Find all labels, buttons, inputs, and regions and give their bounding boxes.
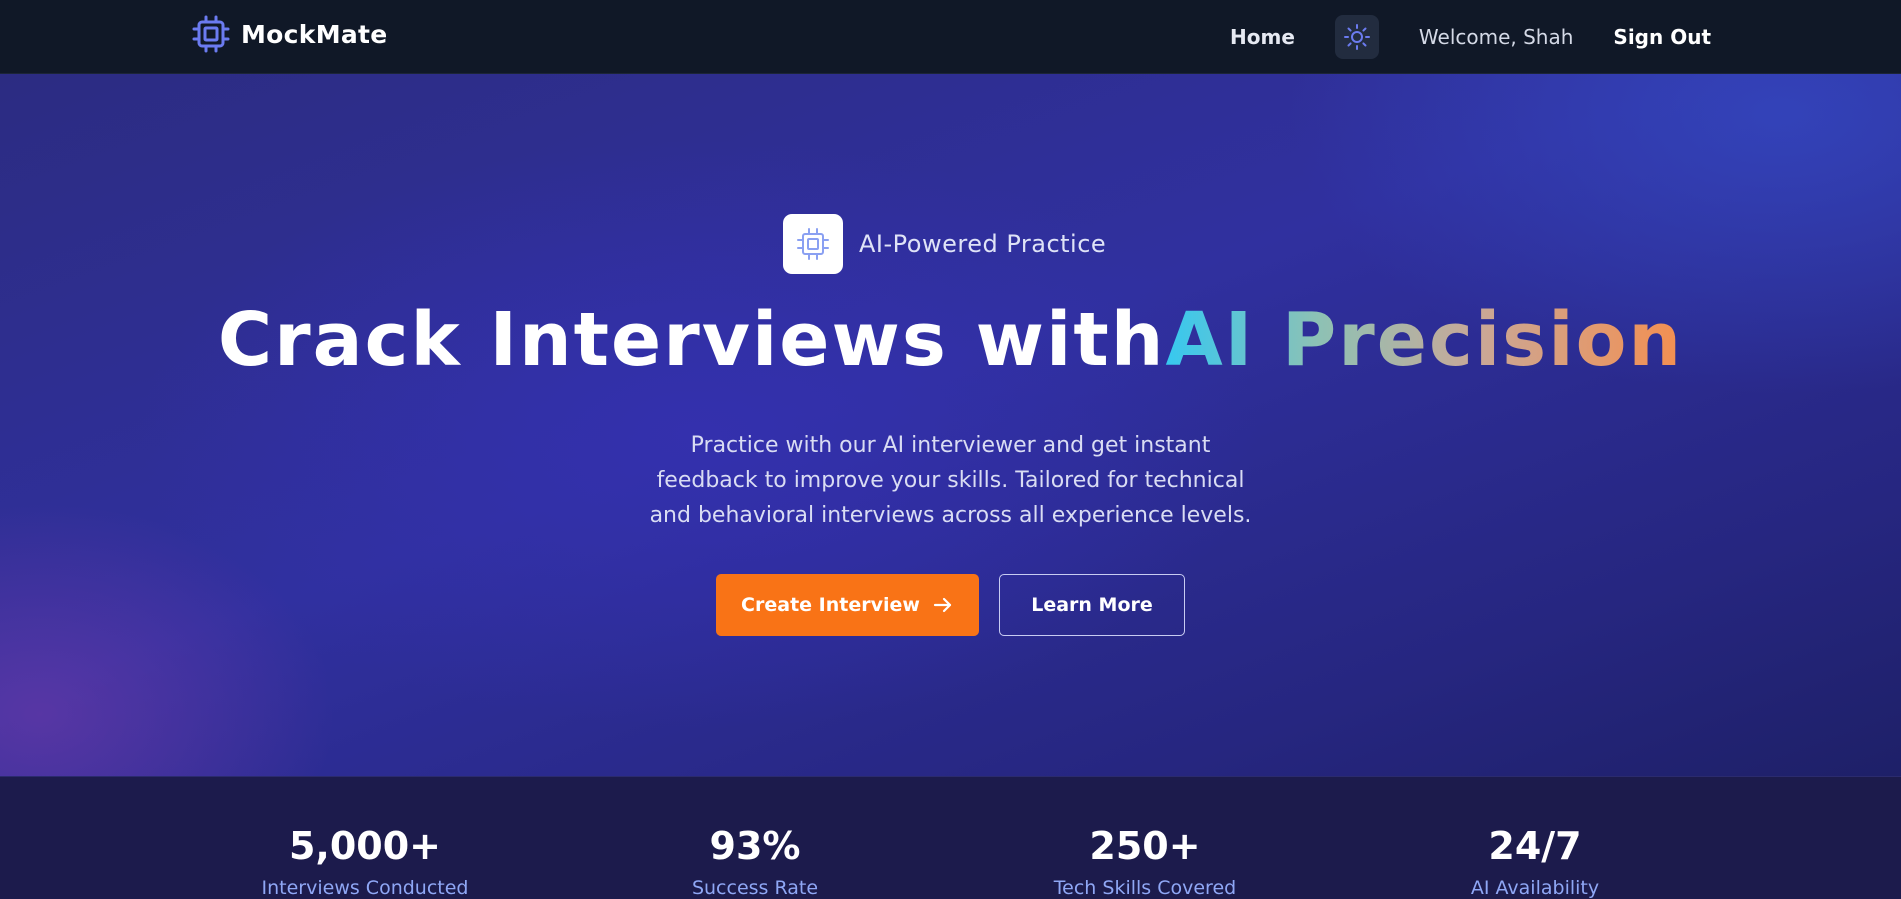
- stat-value: 24/7: [1488, 824, 1582, 868]
- badge-icon-box: [783, 214, 843, 274]
- badge-text: AI-Powered Practice: [859, 230, 1107, 258]
- hero-subtitle: Practice with our AI interviewer and get…: [649, 433, 1252, 528]
- sign-out-button[interactable]: Sign Out: [1613, 25, 1711, 49]
- arrow-right-icon: [933, 597, 952, 613]
- hero-headline: Crack Interviews withAI Precision: [0, 297, 1901, 383]
- headline-highlight: AI Precision: [1165, 297, 1684, 383]
- cpu-chip-icon: [797, 228, 829, 260]
- stat-label: Interviews Conducted: [261, 877, 469, 899]
- stat-label: Tech Skills Covered: [1053, 877, 1237, 899]
- stat-value: 5,000+: [288, 824, 442, 868]
- stat-interviews: 5,000+ Interviews Conducted: [165, 777, 565, 898]
- sun-icon: [1343, 24, 1370, 50]
- create-interview-label: Create Interview: [741, 594, 920, 616]
- stat-value: 250+: [1089, 824, 1201, 868]
- stat-availability: 24/7 AI Availability: [1335, 777, 1735, 898]
- welcome-text: Welcome, Shah: [1418, 25, 1574, 49]
- create-interview-button[interactable]: Create Interview: [716, 574, 979, 636]
- stat-label: Success Rate: [691, 877, 819, 899]
- theme-toggle-button[interactable]: [1334, 15, 1379, 59]
- stats-bar: 5,000+ Interviews Conducted 93% Success …: [0, 776, 1901, 899]
- brand-name: MockMate: [241, 19, 388, 49]
- hero-badge: AI-Powered Practice: [783, 214, 1106, 274]
- cta-group: Create Interview Learn More: [716, 574, 1185, 636]
- navbar: MockMate Home Welcome, Shah Sign Out: [0, 0, 1901, 74]
- stat-label: AI Availability: [1470, 877, 1600, 899]
- learn-more-button[interactable]: Learn More: [999, 574, 1185, 636]
- nav-home-link[interactable]: Home: [1230, 25, 1295, 49]
- stat-value: 93%: [709, 824, 801, 868]
- brand-logo[interactable]: MockMate: [191, 14, 388, 54]
- stat-tech-skills: 250+ Tech Skills Covered: [945, 777, 1345, 898]
- stat-success-rate: 93% Success Rate: [555, 777, 955, 898]
- nav-menu: Home Welcome, Shah Sign Out: [1230, 0, 1711, 74]
- hero-section: AI-Powered Practice Crack Interviews wit…: [0, 74, 1901, 776]
- headline-plain: Crack Interviews with: [217, 297, 1166, 383]
- cpu-chip-icon: [192, 15, 230, 53]
